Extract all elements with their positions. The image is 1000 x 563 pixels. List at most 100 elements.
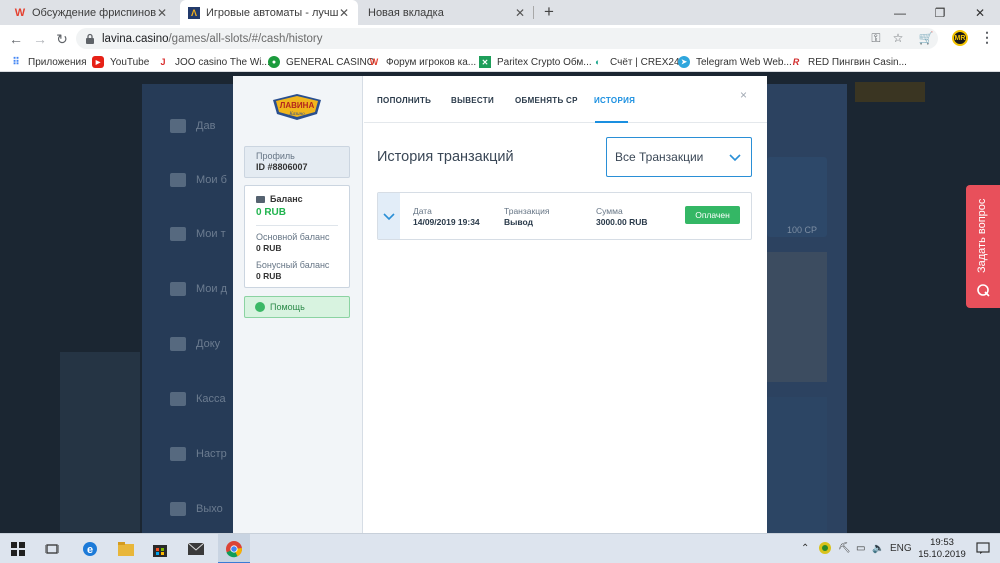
active-tab-indicator <box>595 121 628 123</box>
store-icon[interactable] <box>150 539 170 559</box>
modal-tabs: ПОПОЛНИТЬ ВЫВЕСТИ ОБМЕНЯТЬ CP ИСТОРИЯ <box>364 76 767 123</box>
windows-taskbar: e ⌃ ⛏ ▭ 🔈 ENG 19:53 15.10.2019 <box>0 533 1000 563</box>
volume-icon[interactable]: 🔈 <box>872 543 884 554</box>
bg-card <box>767 252 827 382</box>
tab-close-icon[interactable]: ✕ <box>338 6 350 20</box>
bookmark-joo[interactable]: J JOO casino The Wi... <box>157 55 269 69</box>
tab-lavina[interactable]: Λ Игровые автоматы - лучшая ко ✕ <box>180 0 358 25</box>
transaction-row: Дата 14/09/2019 19:34 Транзакция Вывод С… <box>377 192 752 240</box>
tab-close-icon[interactable]: ✕ <box>156 6 168 20</box>
bookmark-youtube[interactable]: ▶ YouTube <box>92 55 149 69</box>
tray-expand-icon[interactable]: ⌃ <box>801 543 809 554</box>
tab-history[interactable]: ИСТОРИЯ <box>594 96 635 105</box>
svg-text:e: e <box>87 544 93 556</box>
window-close-button[interactable]: ✕ <box>960 0 1000 25</box>
bookmark-general-casino[interactable]: ● GENERAL CASINO <box>268 55 375 69</box>
forum-icon: W <box>369 57 379 67</box>
lavina-logo[interactable]: ЛАВИНА Казино <box>271 94 323 120</box>
general-casino-icon: ● <box>268 56 280 68</box>
bg-card <box>855 82 925 102</box>
tab-freespins[interactable]: W Обсуждение фриспинов, акций ✕ <box>6 0 176 25</box>
bookmark-crex24[interactable]: ◐ Счёт | CREX24 <box>592 55 679 69</box>
reload-button[interactable]: ↻ <box>52 29 72 49</box>
tab-separator <box>533 6 534 19</box>
chevron-down-icon <box>729 154 741 162</box>
profile-id: ID #8806007 <box>256 162 308 172</box>
modal-close-icon[interactable]: × <box>740 88 747 102</box>
chat-bubble-icon <box>977 284 990 297</box>
profile-avatar[interactable]: MR <box>952 30 968 46</box>
address-bar[interactable]: lavina.casino/games/all-slots/#/cash/his… <box>76 28 938 49</box>
cash-modal: ЛАВИНА Казино Профиль ID #8806007 Баланс… <box>233 76 767 533</box>
modal-sidebar: ЛАВИНА Казино Профиль ID #8806007 Баланс… <box>233 76 363 533</box>
language-indicator[interactable]: ENG <box>890 543 912 554</box>
youtube-icon: ▶ <box>92 56 104 68</box>
forward-button[interactable]: → <box>30 29 50 49</box>
main-balance-value: 0 RUB <box>256 243 282 253</box>
url-text: lavina.casino/games/all-slots/#/cash/his… <box>102 32 323 45</box>
task-view-icon[interactable] <box>42 539 62 559</box>
bookmark-star-icon[interactable]: ☆ <box>890 30 906 46</box>
transaction-filter-select[interactable]: Все Транзакции <box>606 137 752 177</box>
tab-title: Новая вкладка <box>368 6 444 19</box>
joo-icon: J <box>160 57 166 67</box>
profile-box[interactable]: Профиль ID #8806007 <box>244 146 350 178</box>
windows-start-icon[interactable] <box>8 539 28 559</box>
bookmark-paritex[interactable]: ✕ Paritex Crypto Обм... <box>479 55 592 69</box>
tray-tool-icon[interactable]: ⛏ <box>838 543 851 554</box>
tab-withdraw[interactable]: ВЫВЕСТИ <box>451 96 494 105</box>
bg-card: 100 CP <box>767 157 827 237</box>
bookmark-telegram[interactable]: ➤ Telegram Web Web... <box>678 55 792 69</box>
svg-text:Казино: Казино <box>288 112 305 117</box>
bg-account-sidebar <box>142 84 234 533</box>
transaction-date: Дата 14/09/2019 19:34 <box>413 206 480 227</box>
clock-date: 15.10.2019 <box>918 549 966 560</box>
cart-extension-icon[interactable]: 🛒 <box>918 30 934 46</box>
chevron-down-icon <box>383 213 395 221</box>
expand-row-button[interactable] <box>378 193 400 239</box>
tab-deposit[interactable]: ПОПОЛНИТЬ <box>377 96 431 105</box>
minimize-button[interactable]: — <box>880 0 920 25</box>
new-tab-button[interactable]: + <box>540 3 558 21</box>
history-title: История транзакций <box>377 149 514 165</box>
tray-app-icon[interactable] <box>818 541 832 558</box>
red-penguin-icon: R <box>792 57 800 67</box>
edge-icon[interactable]: e <box>80 539 100 559</box>
wallet-icon <box>256 195 265 203</box>
clock[interactable]: 19:53 15.10.2019 <box>917 537 967 561</box>
crex24-icon: ◐ <box>595 57 601 67</box>
ask-question-button[interactable]: Задать вопрос <box>966 185 1000 308</box>
forum-favicon-icon: W <box>14 6 26 19</box>
profile-label: Профиль <box>256 151 295 161</box>
lavina-favicon-icon: Λ <box>188 6 200 19</box>
chrome-menu-icon[interactable]: ⋮ <box>980 29 994 46</box>
help-button[interactable]: Помощь <box>244 296 350 318</box>
chrome-icon <box>226 541 242 558</box>
mail-icon[interactable] <box>186 539 206 559</box>
tab-title: Обсуждение фриспинов, акций <box>32 6 156 19</box>
tab-strip: W Обсуждение фриспинов, акций ✕ Λ Игровы… <box>0 0 1000 25</box>
notification-icon[interactable] <box>976 541 990 558</box>
tab-exchange-cp[interactable]: ОБМЕНЯТЬ CP <box>515 96 578 105</box>
bookmark-apps[interactable]: ⠿ Приложения <box>10 55 86 69</box>
bg-card <box>60 352 140 532</box>
network-icon[interactable]: ▭ <box>856 543 865 554</box>
balance-box: Баланс 0 RUB Основной баланс 0 RUB Бонус… <box>244 185 350 288</box>
bookmark-red-penguin[interactable]: R RED Пингвин Casin... <box>790 55 907 69</box>
apps-grid-icon: ⠿ <box>12 56 20 68</box>
key-icon[interactable]: ⚿ <box>868 30 884 46</box>
transaction-type: Транзакция Вывод <box>504 206 550 227</box>
paritex-icon: ✕ <box>479 56 491 68</box>
maximize-button[interactable]: ❐ <box>920 0 960 25</box>
transaction-sum: Сумма 3000.00 RUB <box>596 206 648 227</box>
tab-new[interactable]: Новая вкладка ✕ <box>360 0 534 25</box>
svg-text:ЛАВИНА: ЛАВИНА <box>280 101 315 110</box>
bookmark-forum[interactable]: W Форум игроков ка... <box>368 55 476 69</box>
tab-close-icon[interactable]: ✕ <box>514 6 526 20</box>
back-button[interactable]: ← <box>6 29 26 49</box>
ask-question-label: Задать вопрос <box>976 198 988 273</box>
chrome-taskbar-button[interactable] <box>218 534 250 563</box>
bonus-balance-value: 0 RUB <box>256 271 282 281</box>
lock-icon <box>86 33 94 44</box>
file-explorer-icon[interactable] <box>116 539 136 559</box>
